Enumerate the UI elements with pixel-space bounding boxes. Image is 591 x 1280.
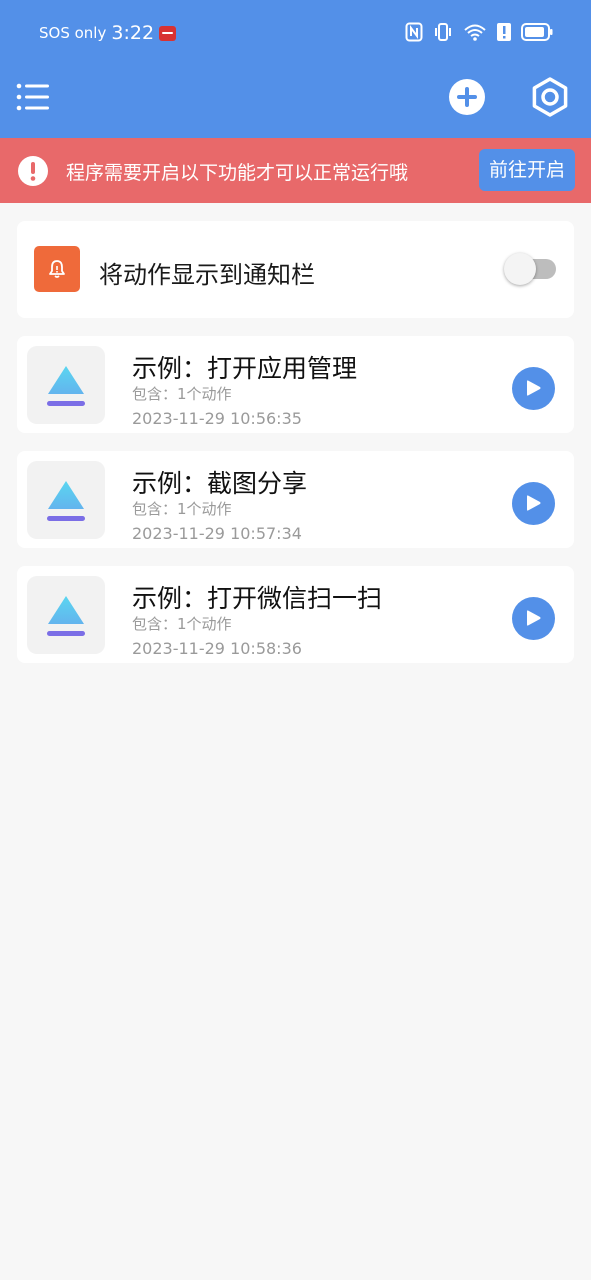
task-date: 2023-11-29 10:57:34 [132,524,302,543]
menu-button[interactable] [16,80,50,114]
nfc-icon [405,22,423,42]
notification-setting-label: 将动作显示到通知栏 [99,261,315,289]
add-button[interactable] [448,78,486,116]
bell-icon [49,260,65,278]
vibrate-icon [435,23,451,41]
notification-toggle[interactable] [504,253,556,285]
notification-badge-icon [159,25,177,41]
alert-circle-icon [18,156,48,186]
play-icon [527,610,541,626]
task-title: 示例：打开应用管理 [132,354,358,383]
task-app-icon [47,596,85,636]
settings-button[interactable] [529,76,571,118]
carrier-label: SOS only [39,24,107,42]
task-thumbnail [27,346,105,424]
run-task-button[interactable] [512,367,555,410]
task-title: 示例：截图分享 [132,469,308,498]
task-card[interactable]: 示例：打开微信扫一扫 包含：1个动作 2023-11-29 10:58:36 [17,566,574,663]
task-title: 示例：打开微信扫一扫 [132,584,383,613]
wifi-icon [464,24,486,41]
play-icon [527,380,541,396]
task-action-count: 包含：1个动作 [132,385,232,403]
task-action-count: 包含：1个动作 [132,500,232,518]
task-date: 2023-11-29 10:58:36 [132,639,302,658]
task-thumbnail [27,576,105,654]
task-action-count: 包含：1个动作 [132,615,232,633]
status-right [405,22,553,42]
task-date: 2023-11-29 10:56:35 [132,409,302,428]
task-card[interactable]: 示例：截图分享 包含：1个动作 2023-11-29 10:57:34 [17,451,574,548]
task-card[interactable]: 示例：打开应用管理 包含：1个动作 2023-11-29 10:56:35 [17,336,574,433]
enable-permissions-button[interactable]: 前往开启 [479,149,575,191]
toggle-thumb [504,253,536,285]
task-app-icon [47,366,85,406]
banner-message: 程序需要开启以下功能才可以正常运行哦 [66,162,409,184]
run-task-button[interactable] [512,597,555,640]
permission-banner: 程序需要开启以下功能才可以正常运行哦 前往开启 [0,138,591,203]
task-thumbnail [27,461,105,539]
alert-icon [497,23,511,41]
status-bar: SOS only 3:22 [0,0,591,66]
battery-icon [521,23,553,41]
settings-icon [532,77,568,117]
task-app-icon [47,481,85,521]
menu-icon [16,83,49,111]
notification-setting-card: 将动作显示到通知栏 [17,221,574,318]
notification-icon-box [34,246,80,292]
app-bar [0,66,591,138]
play-icon [527,495,541,511]
status-left: SOS only 3:22 [39,22,177,44]
add-icon [449,79,485,115]
run-task-button[interactable] [512,482,555,525]
clock: 3:22 [111,22,155,44]
